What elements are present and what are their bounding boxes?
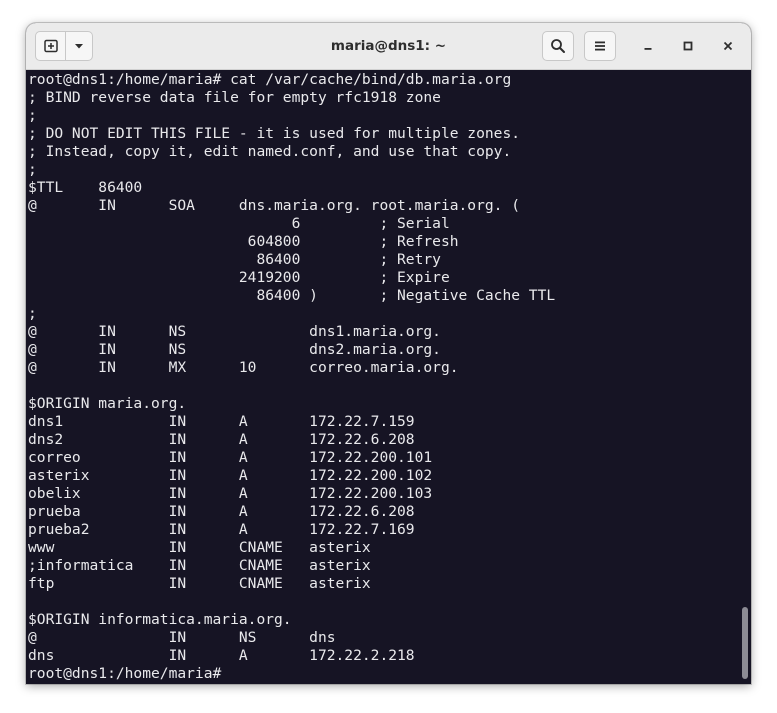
terminal-line: $ORIGIN maria.org. [28,395,187,412]
scrollbar-thumb[interactable] [742,607,748,679]
terminal-line: correo IN A 172.22.200.101 [28,449,433,466]
terminal-line: dns IN A 172.22.2.218 [28,647,415,664]
terminal-line: @ IN SOA dns.maria.org. root.maria.org. … [28,197,521,214]
terminal-line: @ IN NS dns [28,629,336,646]
terminal-line: ; DO NOT EDIT THIS FILE - it is used for… [28,125,521,142]
terminal-line: dns1 IN A 172.22.7.159 [28,413,415,430]
terminal-line: dns2 IN A 172.22.6.208 [28,431,415,448]
terminal-window: maria@dns1: ~ root@dns1:/home/maria# cat… [26,23,751,684]
terminal-line: 604800 ; Refresh [28,233,459,250]
terminal-line: www IN CNAME asterix [28,539,371,556]
terminal-line: ;informatica IN CNAME asterix [28,557,371,574]
terminal-line: 86400 ) ; Negative Cache TTL [28,287,556,304]
terminal-line: obelix IN A 172.22.200.103 [28,485,433,502]
terminal-line: @ IN NS dns2.maria.org. [28,341,441,358]
terminal-line: ; Instead, copy it, edit named.conf, and… [28,143,512,160]
minimize-button[interactable] [635,33,661,59]
terminal-line: @ IN NS dns1.maria.org. [28,323,441,340]
maximize-button[interactable] [675,33,701,59]
new-tab-icon [43,39,58,53]
minimize-icon [644,48,652,50]
terminal-line: ; [28,161,37,178]
terminal-line: @ IN MX 10 correo.maria.org. [28,359,459,376]
terminal-output[interactable]: root@dns1:/home/maria# cat /var/cache/bi… [26,70,751,684]
header-bar: maria@dns1: ~ [26,23,751,70]
terminal-line: root@dns1:/home/maria# cat /var/cache/bi… [28,71,512,88]
terminal-line: 6 ; Serial [28,215,450,232]
terminal-prompt-line: root@dns1:/home/maria# [28,665,555,683]
terminal-line: prueba2 IN A 172.22.7.169 [28,521,415,538]
terminal-text: root@dns1:/home/maria# cat /var/cache/bi… [28,71,555,683]
terminal-line: asterix IN A 172.22.200.102 [28,467,433,484]
new-tab-button-group [35,31,93,61]
chevron-down-icon [75,44,84,49]
terminal-line: ; [28,305,37,322]
terminal-line: ftp IN CNAME asterix [28,575,371,592]
terminal-line: $TTL 86400 [28,179,143,196]
terminal-line: prueba IN A 172.22.6.208 [28,503,415,520]
terminal-line: $ORIGIN informatica.maria.org. [28,611,292,628]
terminal-line: ; BIND reverse data file for empty rfc19… [28,89,441,106]
close-icon [723,41,733,51]
terminal-prompt: root@dns1:/home/maria# [28,665,231,682]
tab-menu-button[interactable] [66,32,92,60]
search-icon [551,39,565,53]
terminal-line: ; [28,107,37,124]
main-menu-button[interactable] [584,31,616,61]
maximize-icon [683,41,693,51]
hamburger-menu-icon [595,41,605,51]
terminal-line: 2419200 ; Expire [28,269,450,286]
close-button[interactable] [715,33,741,59]
terminal-cursor [230,665,239,681]
terminal-line: 86400 ; Retry [28,251,441,268]
search-button[interactable] [542,31,574,61]
new-tab-button[interactable] [36,32,67,60]
